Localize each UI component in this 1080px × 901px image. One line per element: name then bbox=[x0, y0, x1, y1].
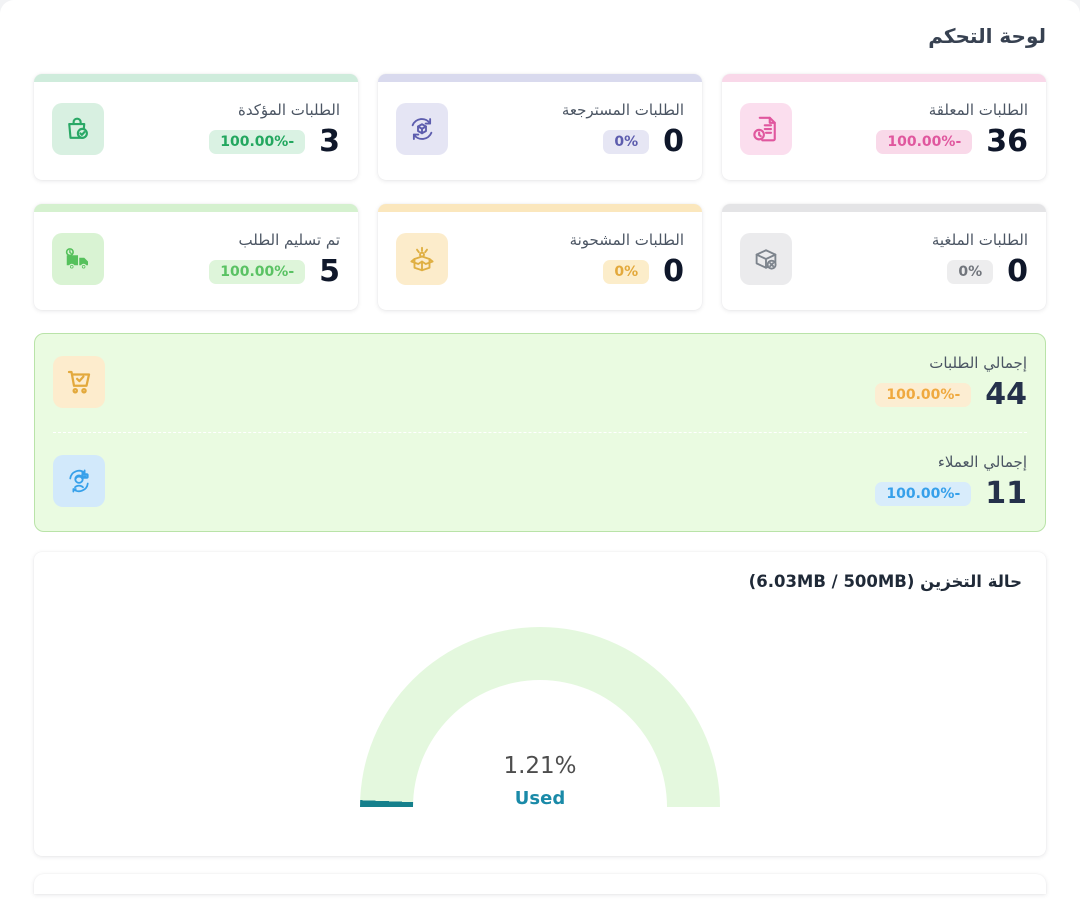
card-value: 3 bbox=[319, 127, 340, 157]
box-open-icon bbox=[396, 233, 448, 285]
dashboard-page: لوحة التحكم الطلبات المعلقة 36 -100.00% bbox=[0, 0, 1080, 901]
box-return-icon bbox=[396, 103, 448, 155]
total-customers-row: إجمالي العملاء 11 -100.00% bbox=[53, 432, 1027, 531]
percent-badge: -100.00% bbox=[875, 482, 971, 506]
cart-check-icon bbox=[53, 356, 105, 408]
card-accent-strip bbox=[34, 74, 358, 82]
delivery-truck-icon bbox=[52, 233, 104, 285]
card-label: الطلبات المعلقة bbox=[929, 101, 1028, 119]
storage-gauge-chart: 1.21% Used bbox=[360, 627, 720, 807]
percent-badge: 0% bbox=[947, 260, 993, 284]
percent-badge: -100.00% bbox=[209, 260, 305, 284]
card-value: 36 bbox=[986, 127, 1028, 157]
percent-badge: -100.00% bbox=[876, 130, 972, 154]
stat-card-confirmed-orders: الطلبات المؤكدة 3 -100.00% bbox=[34, 74, 358, 180]
percent-badge: 0% bbox=[603, 130, 649, 154]
card-label: الطلبات المشحونة bbox=[570, 231, 684, 249]
card-accent-strip bbox=[722, 74, 1046, 82]
percent-badge: -100.00% bbox=[209, 130, 305, 154]
stat-card-shipped-orders: الطلبات المشحونة 0 0% bbox=[378, 204, 702, 310]
card-label: الطلبات الملغية bbox=[932, 231, 1028, 249]
box-cancel-icon bbox=[740, 233, 792, 285]
card-value: 0 bbox=[663, 257, 684, 287]
customer-support-icon bbox=[53, 455, 105, 507]
total-label: إجمالي الطلبات bbox=[929, 354, 1027, 372]
total-value: 11 bbox=[985, 479, 1027, 509]
card-label: الطلبات المسترجعة bbox=[562, 101, 684, 119]
page-title: لوحة التحكم bbox=[34, 0, 1046, 48]
card-value: 0 bbox=[1007, 257, 1028, 287]
totals-panel: إجمالي الطلبات 44 -100.00% إجمالي العملا… bbox=[34, 333, 1046, 532]
card-accent-strip bbox=[34, 204, 358, 212]
card-value: 5 bbox=[319, 257, 340, 287]
percent-badge: -100.00% bbox=[875, 383, 971, 407]
gauge-used-label: Used bbox=[360, 788, 720, 807]
card-label: تم تسليم الطلب bbox=[239, 231, 340, 249]
next-card-partial bbox=[34, 874, 1046, 894]
storage-title: حالة التخزين (6.03MB / 500MB) bbox=[58, 572, 1022, 591]
storage-status-card: حالة التخزين (6.03MB / 500MB) 1.21% Used bbox=[34, 552, 1046, 856]
card-accent-strip bbox=[722, 204, 1046, 212]
gauge-percent-label: 1.21% bbox=[360, 753, 720, 779]
stat-card-returned-orders: الطلبات المسترجعة 0 0% bbox=[378, 74, 702, 180]
stat-card-pending-orders: الطلبات المعلقة 36 -100.00% bbox=[722, 74, 1046, 180]
card-label: الطلبات المؤكدة bbox=[238, 101, 340, 119]
stat-card-delivered-orders: تم تسليم الطلب 5 -100.00% bbox=[34, 204, 358, 310]
total-value: 44 bbox=[985, 380, 1027, 410]
document-clock-icon bbox=[740, 103, 792, 155]
stat-card-cancelled-orders: الطلبات الملغية 0 0% bbox=[722, 204, 1046, 310]
total-label: إجمالي العملاء bbox=[938, 453, 1027, 471]
card-accent-strip bbox=[378, 204, 702, 212]
percent-badge: 0% bbox=[603, 260, 649, 284]
bag-check-icon bbox=[52, 103, 104, 155]
card-value: 0 bbox=[663, 127, 684, 157]
total-orders-row: إجمالي الطلبات 44 -100.00% bbox=[53, 334, 1027, 432]
stat-cards-grid: الطلبات المعلقة 36 -100.00% bbox=[34, 74, 1046, 310]
card-accent-strip bbox=[378, 74, 702, 82]
